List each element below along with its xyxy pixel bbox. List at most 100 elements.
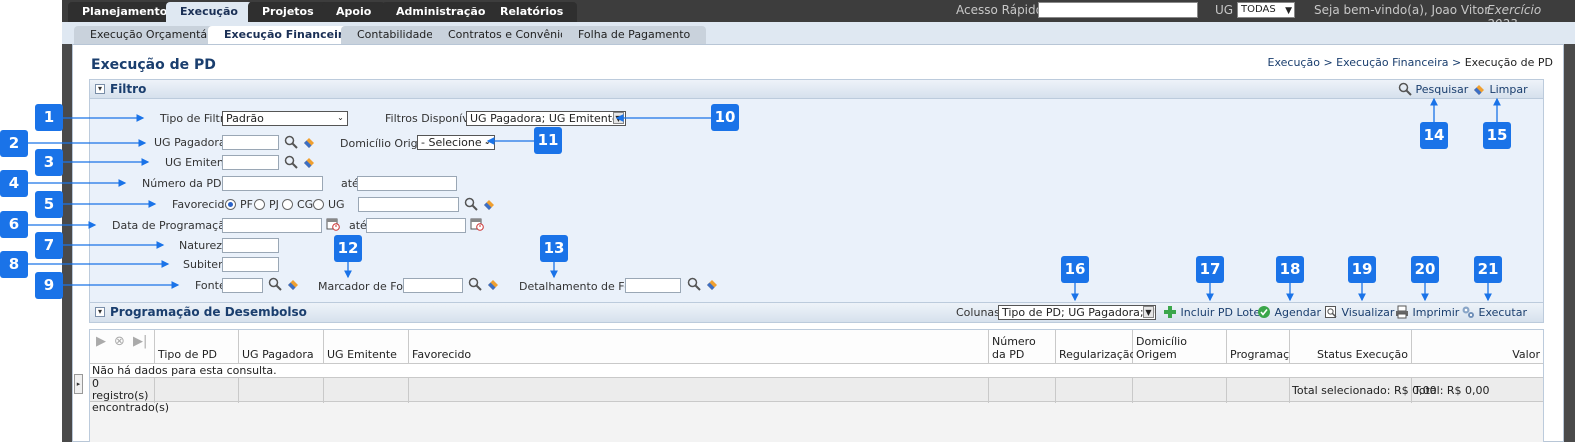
agendar-label: Agendar	[1274, 306, 1322, 319]
page-title: Execução de PD	[91, 57, 216, 73]
callout-badge-20: 20	[1411, 256, 1439, 283]
quick-access-label: Acesso Rápido	[956, 3, 1043, 17]
chevron-down-icon: ▼	[1285, 6, 1292, 16]
data-programacao-ate-label: até	[349, 219, 367, 232]
tab-projetos[interactable]: Projetos	[248, 2, 328, 22]
tab-apoio[interactable]: Apoio	[322, 2, 386, 22]
colunas-select[interactable]: Tipo de PD; UG Pagadora; UG E ▼	[998, 305, 1156, 320]
filter-panel-body: Tipo de Filtro Padrão ⌄ Filtros Disponív…	[89, 99, 1544, 311]
side-panel-toggle[interactable]: ▸	[74, 374, 83, 394]
search-icon[interactable]	[468, 277, 482, 291]
imprimir-button[interactable]: Imprimir	[1395, 305, 1459, 319]
breadcrumb: Execução > Execução Financeira > Execuçã…	[1268, 56, 1553, 69]
visualizar-button[interactable]: Visualizar	[1324, 305, 1394, 319]
sub-nav-bar: Execução Orçamentária Execução Financeir…	[62, 22, 1575, 44]
grid-col-tipo-pd[interactable]: Tipo de PD	[155, 330, 239, 363]
grid-col-regularizacao[interactable]: Regularização	[1056, 330, 1136, 363]
eraser-icon[interactable]	[302, 155, 316, 169]
grid-controls-header: ▶ ⊗ ▶|	[90, 330, 155, 363]
plus-icon	[1164, 306, 1176, 318]
grid-col-ug-emitente[interactable]: UG Emitente	[324, 330, 409, 363]
collapse-icon[interactable]: ▾	[95, 84, 105, 94]
numero-pd-to-input[interactable]	[357, 176, 457, 191]
breadcrumb-item-execucao-financeira[interactable]: Execução Financeira	[1336, 56, 1448, 69]
grid-col-status-execucao[interactable]: Status Execução	[1290, 330, 1412, 363]
callout-badge-16: 16	[1061, 256, 1089, 283]
total-value: Total: R$ 0,00	[1414, 384, 1490, 397]
search-icon[interactable]	[687, 277, 701, 291]
favorecido-radio-pj[interactable]	[254, 199, 265, 210]
content-area: Execução de PD Execução > Execução Finan…	[72, 44, 1564, 442]
incluir-pd-lote-button[interactable]: Incluir PD Lote	[1163, 305, 1260, 319]
tipo-filtro-value: Padrão	[226, 112, 264, 125]
play-icon[interactable]: ▶	[96, 334, 106, 349]
tab-relatorios[interactable]: Relatórios	[486, 2, 578, 22]
check-circle-icon	[1258, 306, 1270, 318]
search-icon[interactable]	[284, 155, 298, 169]
eraser-icon[interactable]	[302, 135, 316, 149]
favorecido-radio-ug[interactable]	[313, 199, 324, 210]
callout-badge-6: 6	[0, 211, 28, 238]
filtros-disponiveis-value: UG Pagadora; UG Emitente; Núi	[470, 112, 625, 125]
calendar-icon[interactable]	[470, 217, 484, 231]
callout-badge-9: 9	[35, 272, 63, 299]
executar-button[interactable]: Executar	[1461, 305, 1527, 319]
collapse-icon[interactable]: ▾	[95, 307, 105, 317]
grid-col-valor[interactable]: Valor	[1412, 330, 1543, 363]
skip-icon[interactable]: ▶|	[133, 334, 147, 349]
search-button[interactable]: Pesquisar	[1398, 82, 1468, 96]
chevron-down-icon: ▼	[1143, 306, 1154, 318]
ug-emitente-input[interactable]	[222, 155, 279, 170]
ug-select[interactable]: TODAS ▼	[1237, 2, 1295, 18]
favorecido-radio-pf[interactable]	[225, 199, 236, 210]
filtros-disponiveis-select[interactable]: UG Pagadora; UG Emitente; Núi ▼	[466, 111, 626, 126]
domicilio-origem-select[interactable]: - Selecione - ⌄	[417, 135, 495, 150]
stop-icon[interactable]: ⊗	[114, 334, 125, 349]
quick-access-input[interactable]	[1038, 2, 1198, 18]
grid-col-programacao[interactable]: Programação	[1227, 330, 1303, 363]
eraser-icon[interactable]	[705, 277, 719, 291]
fonte-input[interactable]	[222, 278, 263, 293]
calendar-icon[interactable]	[326, 217, 340, 231]
programacao-grid: ▶ ⊗ ▶| Tipo de PD UG Pagadora UG Emitent…	[89, 329, 1544, 442]
tab-administracao[interactable]: Administração	[382, 2, 500, 22]
tab-folha-pagamento[interactable]: Folha de Pagamento	[562, 26, 707, 44]
grid-col-numero-pd[interactable]: Número da PD	[989, 330, 1056, 363]
eraser-icon[interactable]	[482, 197, 496, 211]
subitem-input[interactable]	[222, 257, 279, 272]
data-programacao-to-input[interactable]	[366, 218, 466, 233]
search-icon[interactable]	[284, 135, 298, 149]
natureza-input[interactable]	[222, 238, 279, 253]
clear-button[interactable]: Limpar	[1472, 82, 1528, 96]
tab-execucao[interactable]: Execução	[166, 2, 252, 22]
tab-planejamento[interactable]: Planejamento	[68, 2, 182, 22]
favorecido-input[interactable]	[358, 197, 459, 212]
grid-col-ug-pagadora[interactable]: UG Pagadora	[239, 330, 324, 363]
detalhamento-fonte-input[interactable]	[625, 278, 681, 293]
favorecido-radio-cg[interactable]	[282, 199, 293, 210]
callout-badge-11: 11	[534, 127, 562, 154]
grid-col-favorecido[interactable]: Favorecido	[409, 330, 989, 363]
callout-badge-12: 12	[334, 235, 362, 262]
tipo-filtro-select[interactable]: Padrão ⌄	[222, 111, 348, 126]
marcador-fonte-input[interactable]	[403, 278, 463, 293]
agendar-button[interactable]: Agendar	[1257, 305, 1321, 319]
eraser-icon[interactable]	[286, 277, 300, 291]
callout-badge-14: 14	[1420, 122, 1448, 149]
executar-label: Executar	[1478, 306, 1528, 319]
grid-col-domicilio-origem[interactable]: Domicílio Origem	[1133, 330, 1227, 363]
search-icon[interactable]	[268, 277, 282, 291]
breadcrumb-item-execucao[interactable]: Execução	[1268, 56, 1320, 69]
ug-label: UG	[1215, 3, 1234, 17]
welcome-text: Seja bem-vindo(a), Joao Vitor	[1314, 3, 1490, 17]
callout-badge-21: 21	[1474, 256, 1502, 283]
eraser-icon[interactable]	[486, 277, 500, 291]
search-icon[interactable]	[464, 197, 478, 211]
filter-panel-header: ▾ Filtro Pesquisar Limpar	[89, 79, 1544, 99]
clear-button-label: Limpar	[1489, 83, 1528, 96]
numero-pd-from-input[interactable]	[222, 176, 323, 191]
ug-pagadora-input[interactable]	[222, 135, 279, 150]
callout-badge-2: 2	[0, 130, 28, 157]
data-programacao-from-input[interactable]	[222, 218, 322, 233]
preview-icon	[1325, 306, 1337, 318]
